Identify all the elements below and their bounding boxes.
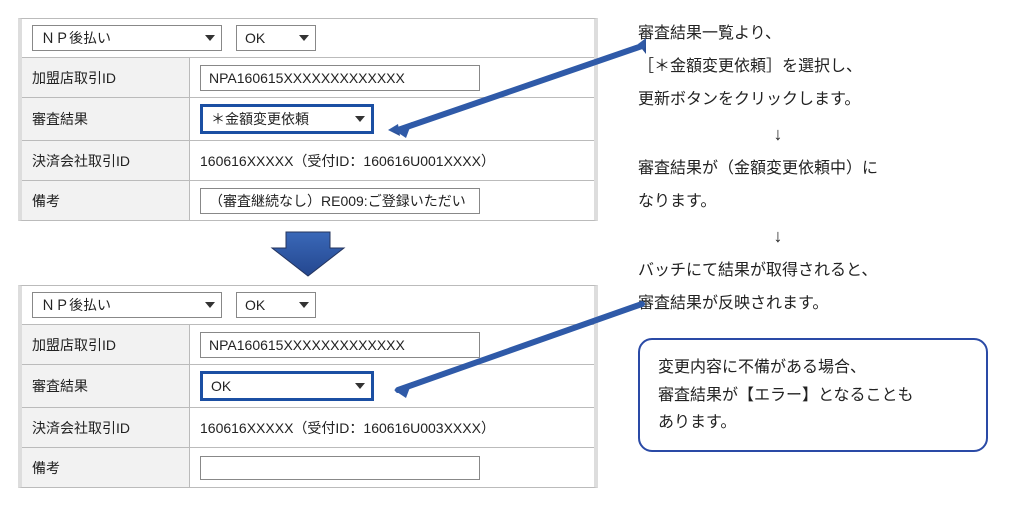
desc-line-2b: なります。 (638, 188, 994, 217)
desc-line-3a: バッチにて結果が取得されると、 (638, 257, 994, 286)
chevron-down-icon (299, 35, 309, 41)
company-id-value-cell: 160616XXXXX（受付ID：160616U001XXXX） (190, 145, 594, 177)
payment-method-value: ＮＰ後払い (41, 295, 111, 315)
merchant-id-label: 加盟店取引ID (22, 58, 190, 97)
desc-line-2a: 審査結果が（金額変更依頼中）に (638, 155, 994, 184)
chevron-down-icon (205, 302, 215, 308)
row-merchant-id: 加盟店取引ID NPA160615XXXXXXXXXXXXX (22, 57, 594, 97)
desc-line-3b: 審査結果が反映されます。 (638, 290, 994, 319)
company-id-value-cell: 160616XXXXX（受付ID：160616U003XXXX） (190, 412, 594, 444)
between-arrow-container (18, 221, 598, 285)
note-label: 備考 (22, 181, 190, 220)
desc-line-1b: ［＊金額変更依頼］を選択し、 (638, 53, 994, 82)
merchant-id-label: 加盟店取引ID (22, 325, 190, 364)
chevron-down-icon (205, 35, 215, 41)
chevron-down-icon (355, 116, 365, 122)
warning-bubble: 変更内容に不備がある場合、 審査結果が【エラー】となることも あります。 (638, 338, 988, 452)
row-company-id: 決済会社取引ID 160616XXXXX（受付ID：160616U001XXXX… (22, 140, 594, 180)
right-column: 審査結果一覧より、 ［＊金額変更依頼］を選択し、 更新ボタンをクリックします。 … (638, 18, 994, 452)
row-result: 審査結果 OK (22, 364, 594, 407)
bubble-line-2: 審査結果が【エラー】となることも (658, 382, 968, 409)
merchant-id-value-cell: NPA160615XXXXXXXXXXXXX (190, 326, 594, 364)
row-company-id: 決済会社取引ID 160616XXXXX（受付ID：160616U003XXXX… (22, 407, 594, 447)
payment-method-select[interactable]: ＮＰ後払い (32, 25, 222, 51)
note-label: 備考 (22, 448, 190, 487)
row-merchant-id: 加盟店取引ID NPA160615XXXXXXXXXXXXX (22, 324, 594, 364)
result-select-highlighted[interactable]: ＊金額変更依頼 (200, 104, 374, 134)
flow-arrow-2-icon: ↓ (678, 220, 878, 252)
result-value-cell: OK (190, 365, 594, 407)
note-value-cell (190, 450, 594, 486)
note-text: （審査継続なし）RE009:ご登録いただい (209, 191, 466, 211)
merchant-id-text: NPA160615XXXXXXXXXXXXX (209, 335, 405, 355)
chevron-down-icon (355, 383, 365, 389)
company-id-label: 決済会社取引ID (22, 408, 190, 447)
chevron-down-icon (299, 302, 309, 308)
note-input[interactable] (200, 456, 480, 480)
panel-after: ＮＰ後払い OK 加盟店取引ID NPA160615XXXXXXXXXXXXX … (18, 285, 598, 488)
arrow-down-icon (268, 228, 348, 278)
result-select-value: OK (211, 378, 231, 394)
status-value: OK (245, 297, 265, 313)
panel-before: ＮＰ後払い OK 加盟店取引ID NPA160615XXXXXXXXXXXXX … (18, 18, 598, 221)
result-select-highlighted[interactable]: OK (200, 371, 374, 401)
bubble-line-3: あります。 (658, 409, 968, 436)
status-value: OK (245, 30, 265, 46)
merchant-id-value-cell: NPA160615XXXXXXXXXXXXX (190, 59, 594, 97)
company-id-text: 160616XXXXX（受付ID：160616U001XXXX） (200, 151, 495, 171)
flow-arrow-1-icon: ↓ (678, 118, 878, 150)
panel2-top-row: ＮＰ後払い OK (22, 286, 594, 324)
panel1-top-row: ＮＰ後払い OK (22, 19, 594, 57)
desc-line-1c: 更新ボタンをクリックします。 (638, 86, 994, 115)
bubble-line-1: 変更内容に不備がある場合、 (658, 354, 968, 381)
row-note: 備考 (22, 447, 594, 487)
desc-line-1a: 審査結果一覧より、 (638, 20, 994, 49)
result-value-cell: ＊金額変更依頼 (190, 98, 594, 140)
row-result: 審査結果 ＊金額変更依頼 (22, 97, 594, 140)
status-select[interactable]: OK (236, 292, 316, 318)
result-label: 審査結果 (22, 98, 190, 140)
left-column: ＮＰ後払い OK 加盟店取引ID NPA160615XXXXXXXXXXXXX … (18, 18, 598, 488)
note-value-cell: （審査継続なし）RE009:ご登録いただい (190, 182, 594, 220)
result-select-value: ＊金額変更依頼 (211, 109, 309, 129)
status-select[interactable]: OK (236, 25, 316, 51)
page-root: ＮＰ後払い OK 加盟店取引ID NPA160615XXXXXXXXXXXXX … (18, 18, 994, 488)
note-input[interactable]: （審査継続なし）RE009:ご登録いただい (200, 188, 480, 214)
company-id-text: 160616XXXXX（受付ID：160616U003XXXX） (200, 418, 495, 438)
row-note: 備考 （審査継続なし）RE009:ご登録いただい (22, 180, 594, 220)
result-label: 審査結果 (22, 365, 190, 407)
payment-method-value: ＮＰ後払い (41, 28, 111, 48)
merchant-id-input[interactable]: NPA160615XXXXXXXXXXXXX (200, 332, 480, 358)
merchant-id-text: NPA160615XXXXXXXXXXXXX (209, 68, 405, 88)
company-id-label: 決済会社取引ID (22, 141, 190, 180)
payment-method-select[interactable]: ＮＰ後払い (32, 292, 222, 318)
merchant-id-input[interactable]: NPA160615XXXXXXXXXXXXX (200, 65, 480, 91)
